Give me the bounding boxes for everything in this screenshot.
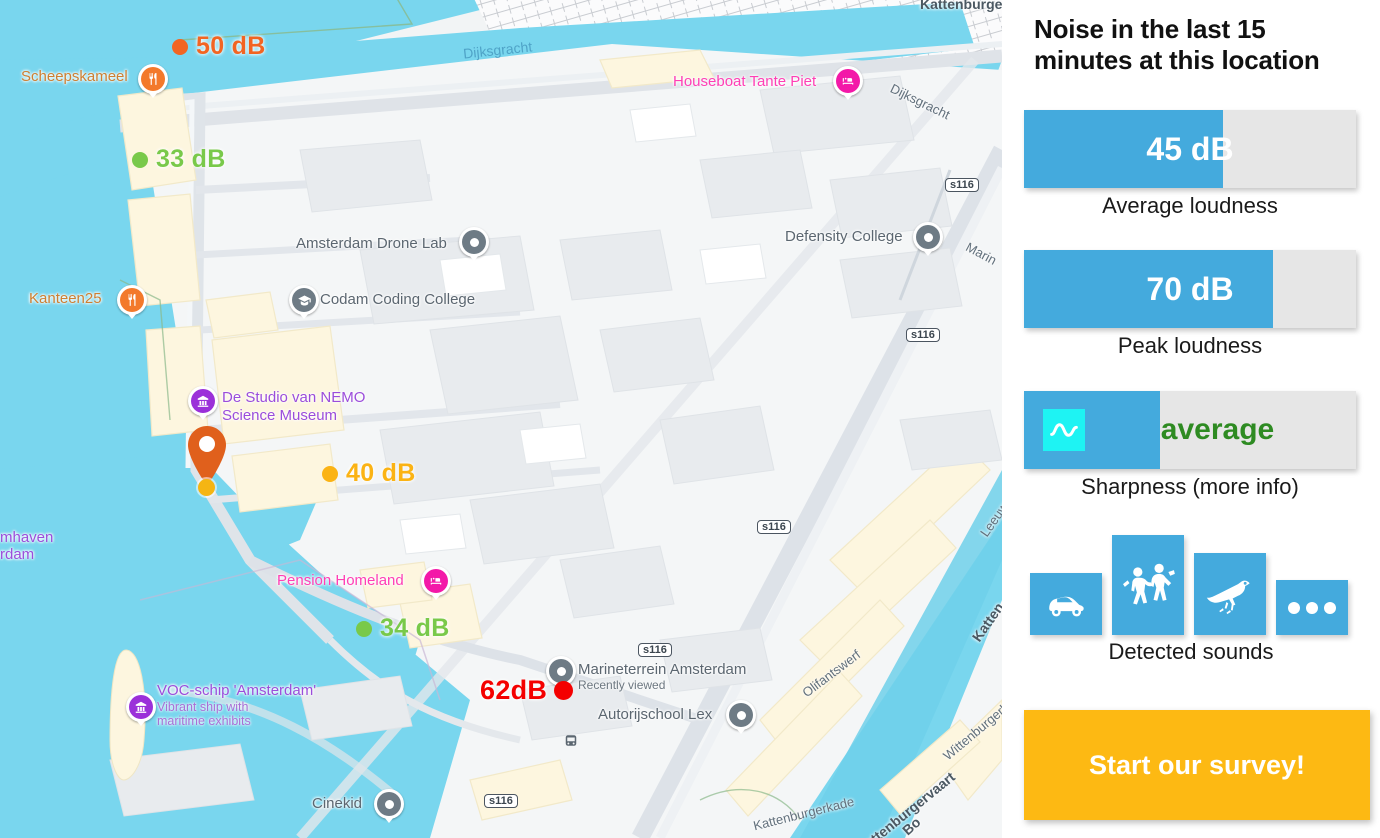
poi-pin-de-studio-van-nemo[interactable] xyxy=(188,386,218,416)
marker-label: 50 dB xyxy=(196,32,266,60)
panel-title: Noise in the last 15 minutes at this loc… xyxy=(1034,14,1320,75)
ellipsis-icon xyxy=(1288,601,1336,614)
noise-map-app: s116 s116 s116 s116 s116 Dijksgracht Dij… xyxy=(0,0,1380,838)
poi-pin-amsterdam-drone-lab[interactable] xyxy=(459,227,489,257)
restaurant-icon xyxy=(141,67,165,91)
museum-icon xyxy=(191,389,215,413)
average-loudness-value: 45 dB xyxy=(1146,130,1234,167)
poi-pin-defensity-college[interactable] xyxy=(913,222,943,252)
lodging-icon xyxy=(424,569,448,593)
poi-pin-codam-coding-college[interactable] xyxy=(289,285,319,315)
metric-sharpness: average Sharpness (more info) xyxy=(1024,391,1356,500)
detected-sounds-caption: Detected sounds xyxy=(1108,639,1274,664)
marker-33db[interactable]: 33 dB xyxy=(132,145,226,174)
start-survey-button[interactable]: Start our survey! xyxy=(1024,710,1370,820)
poi-pin-autorijschool-lex[interactable] xyxy=(726,700,756,730)
poi-pin-scheepskameel[interactable] xyxy=(138,64,168,94)
marker-dot xyxy=(356,620,372,637)
marker-50db[interactable]: 50 dB xyxy=(172,32,266,61)
marker-label: 62dB xyxy=(480,675,548,705)
bird-icon xyxy=(1206,580,1250,614)
detected-sounds-tiles xyxy=(1030,525,1356,635)
selected-location-pin[interactable] xyxy=(185,425,229,487)
school-icon xyxy=(292,288,316,312)
average-loudness-bar[interactable]: 45 dB xyxy=(1024,110,1356,188)
map-canvas[interactable]: s116 s116 s116 s116 s116 Dijksgracht Dij… xyxy=(0,0,1002,838)
detected-sound-bird[interactable] xyxy=(1194,553,1266,635)
sharpness-value: average xyxy=(1160,413,1275,446)
marker-label: 33 dB xyxy=(156,145,226,173)
place-dot-icon xyxy=(377,792,401,816)
poi-pin-houseboat-tante-piet[interactable] xyxy=(833,66,863,96)
detected-sound-people[interactable] xyxy=(1112,535,1184,635)
sharpness-bar[interactable]: average xyxy=(1024,391,1356,469)
marker-dot xyxy=(554,681,574,700)
poi-pin-voc-schip[interactable] xyxy=(126,692,156,722)
peak-loudness-bar[interactable]: 70 dB xyxy=(1024,250,1356,328)
metric-detected-sounds: Detected sounds xyxy=(1002,525,1380,665)
place-dot-icon xyxy=(462,230,486,254)
sharpness-caption[interactable]: Sharpness (more info) xyxy=(1024,474,1356,500)
marker-40db[interactable]: 40 dB xyxy=(322,459,416,488)
marker-label: 40 dB xyxy=(346,459,416,487)
marker-62db[interactable]: 62dB xyxy=(480,675,574,706)
museum-icon xyxy=(129,695,153,719)
lodging-icon xyxy=(836,69,860,93)
poi-pin-kanteen25[interactable] xyxy=(117,285,147,315)
place-dot-icon xyxy=(916,225,940,249)
average-loudness-caption: Average loudness xyxy=(1102,193,1278,218)
detected-sound-more[interactable] xyxy=(1276,580,1348,635)
selected-location-dot xyxy=(198,479,215,496)
car-icon xyxy=(1049,596,1084,617)
poi-pin-pension-homeland[interactable] xyxy=(421,566,451,596)
noise-info-panel: Noise in the last 15 minutes at this loc… xyxy=(1002,0,1380,838)
place-dot-icon xyxy=(729,703,753,727)
detected-sound-car[interactable] xyxy=(1030,573,1102,635)
start-survey-label: Start our survey! xyxy=(1088,749,1306,780)
marker-label: 34 dB xyxy=(380,614,450,642)
poi-pin-cinekid[interactable] xyxy=(374,789,404,819)
restaurant-icon xyxy=(120,288,144,312)
peak-loudness-caption: Peak loudness xyxy=(1117,333,1263,358)
marker-dot xyxy=(172,38,188,55)
metric-peak-loudness: 70 dB Peak loudness xyxy=(1024,250,1356,359)
metric-average-loudness: 45 dB Average loudness xyxy=(1024,110,1356,219)
marker-34db[interactable]: 34 dB xyxy=(356,614,450,643)
people-icon xyxy=(1123,563,1175,605)
marker-dot xyxy=(132,151,148,168)
peak-loudness-value: 70 dB xyxy=(1146,270,1234,307)
marker-dot xyxy=(322,465,338,482)
